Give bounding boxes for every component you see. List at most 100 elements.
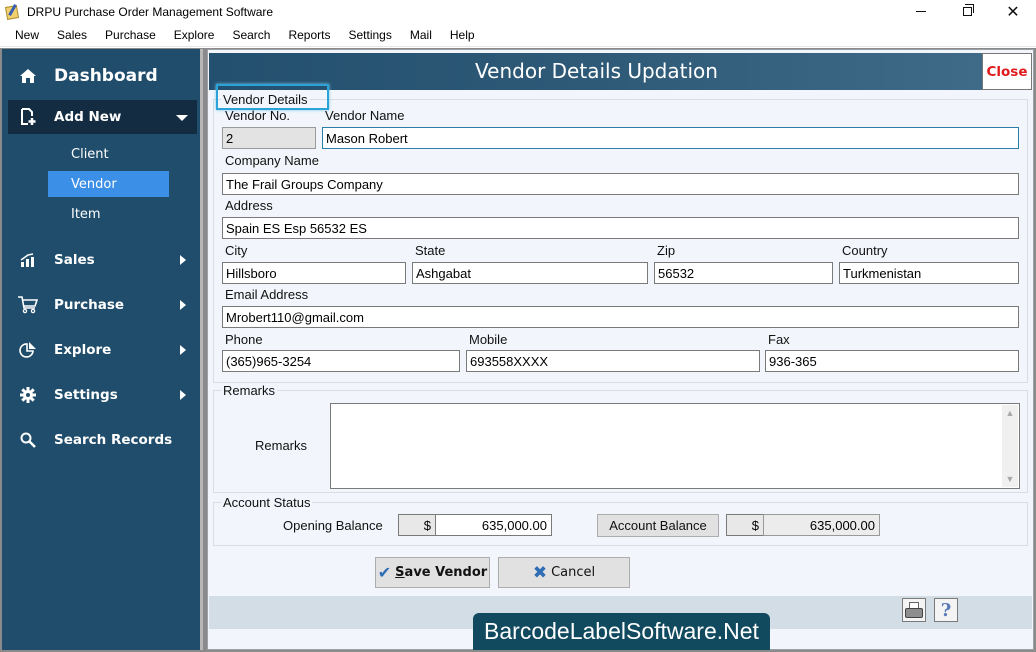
printer-icon — [905, 602, 923, 618]
menu-mail[interactable]: Mail — [401, 28, 441, 42]
zip-field[interactable]: 56532 — [654, 262, 833, 284]
city-field[interactable]: Hillsboro — [222, 262, 406, 284]
chart-up-icon — [18, 250, 38, 270]
sidebar-item-purchase[interactable]: Purchase — [2, 290, 200, 320]
chevron-down-icon — [176, 115, 188, 121]
state-field[interactable]: Ashgabat — [412, 262, 648, 284]
sidebar-item-explore[interactable]: Explore — [2, 335, 200, 365]
cancel-x-icon: ✖ — [532, 562, 548, 583]
city-label: City — [225, 243, 248, 258]
close-icon: ✕ — [1006, 3, 1020, 21]
menu-reports[interactable]: Reports — [279, 28, 339, 42]
country-label: Country — [842, 243, 888, 258]
chevron-right-icon — [180, 345, 186, 355]
sidebar-label-search-records: Search Records — [54, 432, 173, 448]
app-logo-icon — [4, 3, 21, 20]
menu-purchase[interactable]: Purchase — [96, 28, 165, 42]
sidebar-item-dashboard[interactable]: Dashboard — [2, 59, 200, 93]
print-button[interactable] — [902, 598, 926, 622]
restore-icon — [962, 4, 974, 16]
account-currency-symbol: $ — [726, 514, 764, 536]
vendor-no-label: Vendor No. — [225, 108, 291, 123]
scroll-down-icon[interactable]: ▼ — [1002, 471, 1018, 487]
check-icon: ✔ — [377, 563, 392, 582]
focus-highlight — [216, 84, 329, 110]
cancel-button[interactable]: ✖ Cancel — [498, 557, 630, 588]
account-balance-button[interactable]: Account Balance — [597, 514, 719, 537]
sidebar-label-add-new: Add New — [54, 109, 122, 125]
phone-field[interactable]: (365)965-3254 — [222, 350, 460, 372]
menu-settings[interactable]: Settings — [340, 28, 401, 42]
minimize-button[interactable] — [898, 0, 944, 23]
sidebar-label-explore: Explore — [54, 342, 112, 358]
save-label: ave Vendor — [404, 565, 488, 580]
company-name-field[interactable]: The Frail Groups Company — [222, 173, 1019, 195]
chevron-right-icon — [180, 255, 186, 265]
watermark-banner: BarcodeLabelSoftware.Net — [473, 613, 770, 650]
sidebar-label-dashboard: Dashboard — [54, 66, 158, 86]
menu-sales[interactable]: Sales — [48, 28, 96, 42]
sidebar-label-purchase: Purchase — [54, 297, 125, 313]
cart-icon — [18, 295, 38, 315]
add-file-icon — [18, 107, 38, 127]
address-label: Address — [225, 198, 273, 213]
menu-new[interactable]: New — [6, 28, 48, 42]
help-button[interactable]: ? — [934, 598, 958, 622]
email-field[interactable]: Mrobert110@gmail.com — [222, 306, 1019, 328]
maximize-button[interactable] — [944, 0, 990, 23]
state-label: State — [415, 243, 446, 258]
remarks-legend: Remarks — [221, 383, 278, 398]
sidebar: Dashboard Add New Client Vendor Item Sal… — [2, 49, 203, 650]
account-balance-field: 635,000.00 — [763, 514, 880, 536]
vendor-name-label: Vendor Name — [325, 108, 405, 123]
remarks-label: Remarks — [255, 438, 308, 453]
remarks-scrollbar[interactable]: ▲ ▼ — [1002, 405, 1018, 487]
country-field[interactable]: Turkmenistan — [839, 262, 1019, 284]
sidebar-item-sales[interactable]: Sales — [2, 245, 200, 275]
sidebar-item-settings[interactable]: Settings — [2, 380, 200, 410]
phone-label: Phone — [225, 332, 263, 347]
minimize-icon — [916, 11, 926, 12]
opening-currency-symbol: $ — [398, 514, 436, 536]
menu-bar: New Sales Purchase Explore Search Report… — [0, 23, 1036, 47]
mobile-field[interactable]: 693558XXXX — [466, 350, 760, 372]
menu-help[interactable]: Help — [441, 28, 484, 42]
remarks-textarea[interactable]: ▲ ▼ — [330, 403, 1020, 489]
opening-balance-label: Opening Balance — [283, 518, 383, 533]
sidebar-subitem-item[interactable]: Item — [48, 201, 169, 227]
window-close-button[interactable]: ✕ — [990, 0, 1036, 23]
sidebar-label-settings: Settings — [54, 387, 118, 403]
sidebar-subitem-client[interactable]: Client — [48, 141, 169, 167]
menu-explore[interactable]: Explore — [165, 28, 224, 42]
vendor-name-field[interactable]: Mason Robert — [322, 127, 1019, 149]
gear-icon — [18, 385, 38, 405]
title-bar: DRPU Purchase Order Management Software … — [0, 0, 1036, 23]
opening-balance-field[interactable]: 635,000.00 — [435, 514, 552, 536]
chevron-right-icon — [180, 300, 186, 310]
search-icon — [18, 430, 38, 450]
scroll-up-icon[interactable]: ▲ — [1002, 405, 1018, 421]
sidebar-label-sales: Sales — [54, 252, 95, 268]
fax-label: Fax — [768, 332, 790, 347]
home-icon — [18, 66, 38, 86]
zip-label: Zip — [657, 243, 676, 258]
chevron-right-icon — [180, 390, 186, 400]
sidebar-item-search-records[interactable]: Search Records — [2, 425, 200, 455]
save-vendor-button[interactable]: ✔ Save Vendor — [375, 557, 490, 588]
help-icon: ? — [940, 599, 952, 621]
sidebar-item-add-new[interactable]: Add New — [8, 100, 197, 134]
close-button[interactable]: Close — [982, 53, 1032, 90]
company-name-label: Company Name — [225, 153, 319, 168]
vendor-form-panel: Vendor Details Updation Close Vendor Det… — [207, 49, 1034, 650]
address-field[interactable]: Spain ES Esp 56532 ES — [222, 217, 1019, 239]
fax-field[interactable]: 936-365 — [765, 350, 1019, 372]
pie-chart-icon — [18, 340, 38, 360]
cancel-label: Cancel — [551, 565, 596, 580]
save-accelerator: S — [395, 565, 405, 580]
menu-search[interactable]: Search — [223, 28, 279, 42]
account-status-legend: Account Status — [221, 495, 313, 510]
page-title: Vendor Details Updation — [475, 59, 718, 83]
vendor-no-field: 2 — [222, 127, 316, 149]
sidebar-subitem-vendor[interactable]: Vendor — [48, 171, 169, 197]
mobile-label: Mobile — [469, 332, 508, 347]
